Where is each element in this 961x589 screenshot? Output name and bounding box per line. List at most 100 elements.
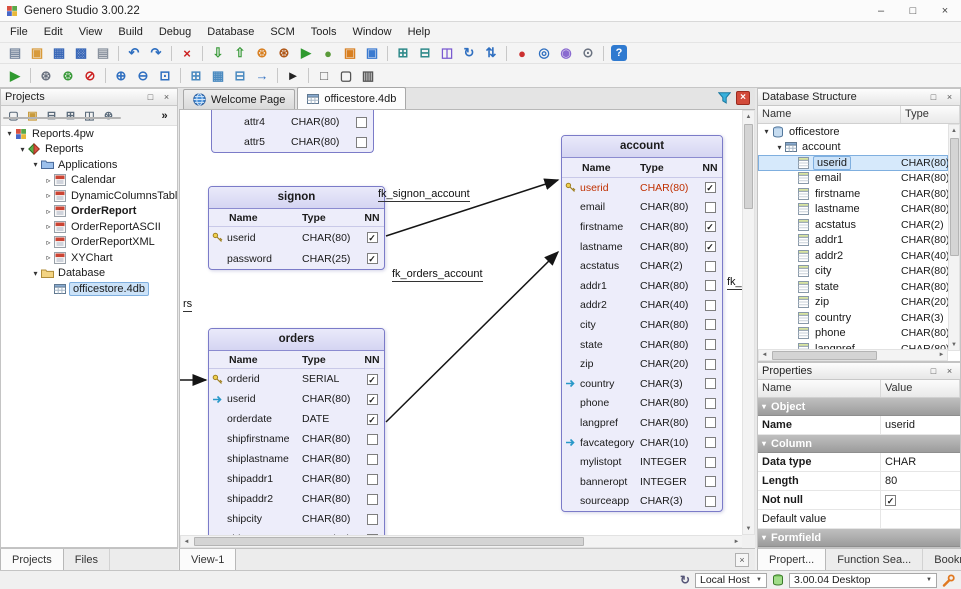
menu-window[interactable]: Window xyxy=(344,23,399,41)
checkbox-unchecked[interactable] xyxy=(705,476,716,487)
db-horizontal-scrollbar[interactable]: ◄► xyxy=(758,349,948,361)
checkbox-unchecked[interactable] xyxy=(705,359,716,370)
expanded-arrow-icon[interactable]: ▾ xyxy=(774,143,785,152)
checkbox-unchecked[interactable] xyxy=(705,378,716,389)
checkbox-unchecked[interactable] xyxy=(705,261,716,272)
diagram-table-account[interactable]: accountNameTypeNNuseridCHAR(80)✓emailCHA… xyxy=(561,135,723,512)
scroll-right-icon[interactable]: ► xyxy=(731,536,742,547)
table-row[interactable]: addr2CHAR(40) xyxy=(562,296,722,316)
float-panel-icon[interactable]: □ xyxy=(927,91,940,104)
tree-item-database[interactable]: ▾Database xyxy=(1,266,177,282)
tree-item-orderreportascii[interactable]: ▹OrderReportASCII xyxy=(1,219,177,235)
tree-item-phone[interactable]: phoneCHAR(80) xyxy=(758,326,948,342)
stop-icon[interactable]: ⊘ xyxy=(80,67,100,85)
table-row[interactable]: orderdateDATE✓ xyxy=(209,409,384,429)
build-gear-icon[interactable]: ⊛ xyxy=(36,67,56,85)
table-row[interactable]: firstnameCHAR(80)✓ xyxy=(562,217,722,237)
shape-frame-icon[interactable]: ▢ xyxy=(336,67,356,85)
tree-item-firstname[interactable]: firstnameCHAR(80) xyxy=(758,186,948,202)
tab-view-1[interactable]: View-1 xyxy=(179,549,236,570)
shape-rect-icon[interactable]: □ xyxy=(314,67,334,85)
canvas-horizontal-scrollbar[interactable]: ◄► xyxy=(180,535,743,548)
open-folder-icon[interactable]: ▣ xyxy=(27,44,47,62)
scroll-thumb[interactable] xyxy=(194,537,584,546)
table-row[interactable]: attr4CHAR(80) xyxy=(212,112,373,132)
tree-item-state[interactable]: stateCHAR(80) xyxy=(758,279,948,295)
alter-table-icon[interactable]: ⊟ xyxy=(415,44,435,62)
checkbox-unchecked[interactable] xyxy=(705,280,716,291)
checkbox-unchecked[interactable] xyxy=(356,117,367,128)
target-select[interactable]: 3.00.04 Desktop ▼ xyxy=(789,573,937,588)
tree-item-officestore[interactable]: ▾officestore xyxy=(758,124,948,140)
checkbox-unchecked[interactable] xyxy=(356,137,367,148)
tree-item-city[interactable]: cityCHAR(80) xyxy=(758,264,948,280)
checkbox-unchecked[interactable] xyxy=(705,398,716,409)
checkbox-checked[interactable]: ✓ xyxy=(367,253,378,264)
run-icon[interactable]: ▶ xyxy=(5,67,25,85)
canvas-vertical-scrollbar[interactable]: ▲▼ xyxy=(742,110,755,535)
checkbox-unchecked[interactable] xyxy=(705,496,716,507)
filter-icon[interactable] xyxy=(718,92,731,104)
tree-item-userid[interactable]: useridCHAR(80) xyxy=(758,155,948,171)
tree-item-reports[interactable]: ▾Reports xyxy=(1,142,177,158)
table-row[interactable]: stateCHAR(80) xyxy=(562,335,722,355)
scroll-up-icon[interactable]: ▲ xyxy=(743,111,754,122)
diagram-table-orders[interactable]: ordersNameTypeNNorderidSERIAL✓useridCHAR… xyxy=(208,328,385,535)
db-vertical-scrollbar[interactable]: ▲▼ xyxy=(948,124,960,351)
checkbox-checked[interactable]: ✓ xyxy=(367,374,378,385)
tree-item-orderreport[interactable]: ▹OrderReport xyxy=(1,204,177,220)
tree-item-lastname[interactable]: lastnameCHAR(80) xyxy=(758,202,948,218)
save-all-icon[interactable]: ▩ xyxy=(71,44,91,62)
relation-label-fk-orders-account[interactable]: fk_orders_account xyxy=(392,268,483,282)
tree-item-orderreportxml[interactable]: ▹OrderReportXML xyxy=(1,235,177,251)
close-panel-icon[interactable]: × xyxy=(160,91,173,104)
collapsed-arrow-icon[interactable]: ▹ xyxy=(43,222,54,231)
tree-item-zip[interactable]: zipCHAR(20) xyxy=(758,295,948,311)
refresh-schema-icon[interactable]: ↻ xyxy=(459,44,479,62)
tab-officestore-4db[interactable]: officestore.4db xyxy=(297,87,406,109)
collapsed-arrow-icon[interactable]: ▹ xyxy=(43,253,54,262)
new-table-icon[interactable]: ⊞ xyxy=(393,44,413,62)
diagram-view-icon[interactable]: ◫ xyxy=(81,108,98,124)
save-icon[interactable]: ▦ xyxy=(49,44,69,62)
diagram-canvas[interactable]: signonNameTypeNNuseridCHAR(80)✓passwordC… xyxy=(180,110,743,535)
scroll-thumb[interactable] xyxy=(772,351,877,360)
checkbox-unchecked[interactable] xyxy=(367,474,378,485)
table-row[interactable]: passwordCHAR(25)✓ xyxy=(209,248,384,269)
tab-function-sea[interactable]: Function Sea... xyxy=(826,549,923,570)
table-row[interactable]: shipaddr2CHAR(80) xyxy=(209,489,384,509)
table-row[interactable]: langprefCHAR(80) xyxy=(562,413,722,433)
table-row[interactable]: mylistoptINTEGER xyxy=(562,452,722,472)
tree-item-email[interactable]: emailCHAR(80) xyxy=(758,171,948,187)
scroll-thumb[interactable] xyxy=(950,138,959,256)
collapsed-arrow-icon[interactable]: ▹ xyxy=(43,207,54,216)
checkbox-checked[interactable]: ✓ xyxy=(705,221,716,232)
menu-database[interactable]: Database xyxy=(199,23,262,41)
collapse-columns-icon[interactable]: ⊟ xyxy=(230,67,250,85)
deploy-icon[interactable]: ▣ xyxy=(362,44,382,62)
package-icon[interactable]: ▣ xyxy=(340,44,360,62)
table-row[interactable]: phoneCHAR(80) xyxy=(562,394,722,414)
tree-item-dynamiccolumnstable[interactable]: ▹DynamicColumnsTable xyxy=(1,188,177,204)
close-view-button[interactable]: × xyxy=(735,553,749,567)
print-icon[interactable]: ▤ xyxy=(93,44,113,62)
tab-bookma[interactable]: Bookma... xyxy=(923,549,961,570)
table-row[interactable]: sourceappCHAR(3) xyxy=(562,492,722,512)
zoom-fit-icon[interactable]: ⊡ xyxy=(155,67,175,85)
checkbox-checked[interactable]: ✓ xyxy=(367,394,378,405)
table-row[interactable]: favcategoryCHAR(10) xyxy=(562,433,722,453)
expanded-arrow-icon[interactable]: ▾ xyxy=(30,269,41,278)
scroll-down-icon[interactable]: ▼ xyxy=(949,339,960,350)
table-row[interactable]: cityCHAR(80) xyxy=(562,315,722,335)
minimize-button[interactable]: – xyxy=(865,0,897,21)
scroll-track[interactable] xyxy=(770,350,936,360)
relation-icon[interactable]: ◫ xyxy=(437,44,457,62)
table-row[interactable]: acstatusCHAR(2) xyxy=(562,256,722,276)
execute-icon[interactable]: ▶ xyxy=(296,44,316,62)
tree-item-reports-4pw[interactable]: ▾Reports.4pw xyxy=(1,126,177,142)
scroll-left-icon[interactable]: ◄ xyxy=(181,536,192,547)
checkbox-unchecked[interactable] xyxy=(705,202,716,213)
table-row[interactable]: shipstateCHAR(80) xyxy=(209,529,384,535)
auto-arrange-icon[interactable]: → xyxy=(252,67,272,85)
expanded-arrow-icon[interactable]: ▾ xyxy=(17,145,28,154)
